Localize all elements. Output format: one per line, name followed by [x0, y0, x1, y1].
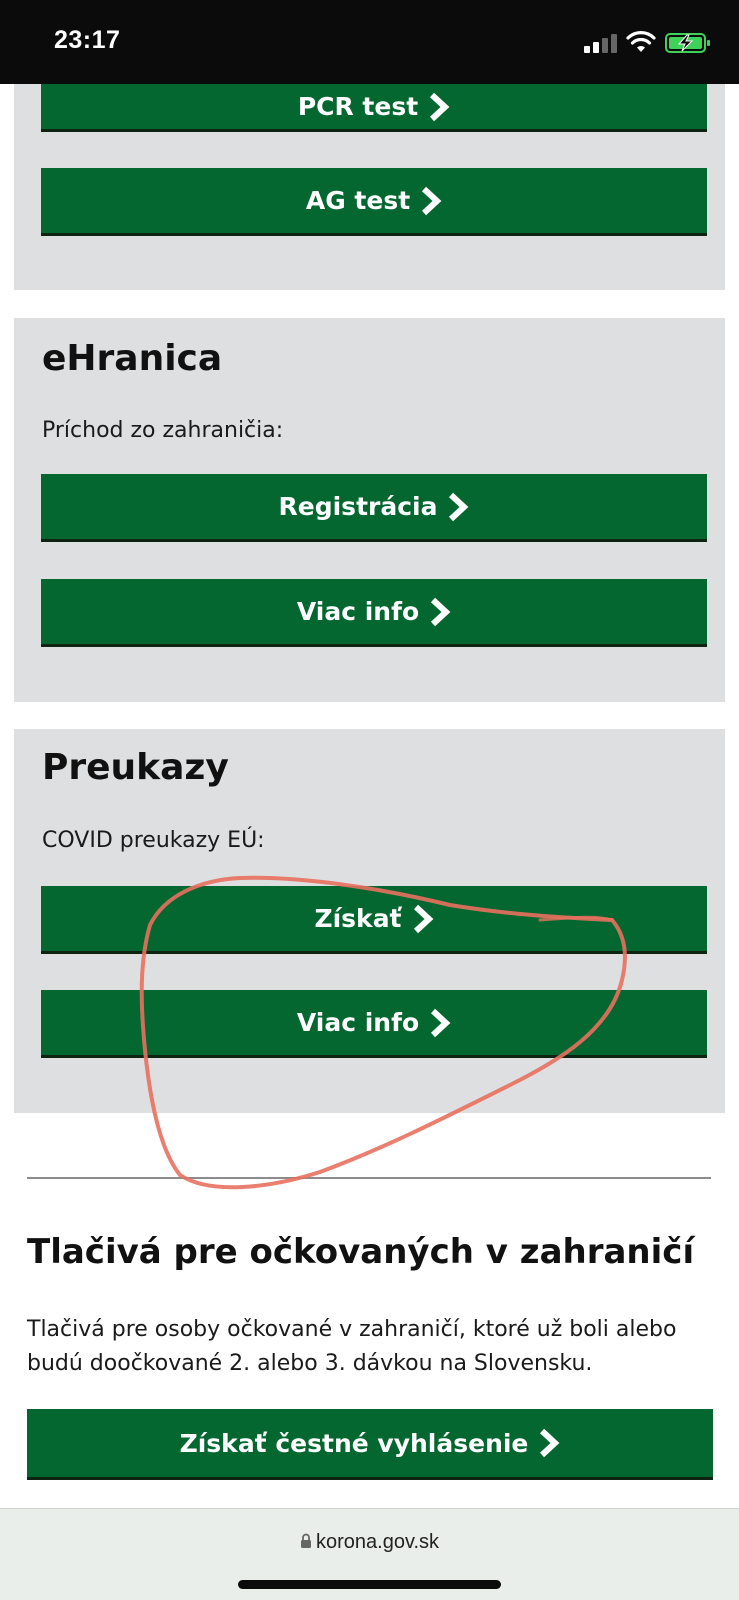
registracia-label: Registrácia [278, 492, 438, 521]
tlaciva-title: Tlačivá pre očkovaných v zahraničí [27, 1232, 695, 1272]
preukazy-title: Preukazy [42, 747, 229, 788]
wifi-icon [626, 31, 656, 52]
ziskat-button[interactable]: Získať [41, 886, 707, 954]
url-text: korona.gov.sk [315, 1531, 440, 1553]
ziskat-label: Získať [314, 904, 402, 933]
ziskat-cestne-vyhlasenie-label: Získať čestné vyhlásenie [179, 1428, 529, 1458]
ehranica-title: eHranica [42, 338, 223, 379]
chevron-right-icon [431, 1008, 451, 1037]
pcr-test-button[interactable]: PCR test [41, 84, 707, 132]
status-bar: 23:17 [0, 0, 739, 84]
chevron-right-icon [431, 597, 451, 626]
chevron-right-icon [422, 186, 442, 215]
ehranica-more-info-button[interactable]: Viac info [41, 579, 707, 647]
ziskat-cestne-vyhlasenie-button[interactable]: Získať čestné vyhlásenie [27, 1409, 713, 1480]
chevron-right-icon [430, 92, 450, 121]
browser-address-bar[interactable]: korona.gov.sk [0, 1508, 739, 1600]
preukazy-more-info-button[interactable]: Viac info [41, 990, 707, 1058]
status-time: 23:17 [54, 26, 121, 54]
url-display[interactable]: korona.gov.sk [0, 1531, 739, 1554]
pcr-test-label: PCR test [297, 92, 419, 121]
ehranica-subtitle: Príchod zo zahraničia: [42, 418, 284, 443]
lock-icon [300, 1533, 311, 1548]
preukazy-more-info-label: Viac info [296, 1008, 420, 1037]
section-divider [27, 1177, 711, 1179]
phone-screen: 23:17 PCR test AG test eHranica Príchod … [0, 0, 739, 1600]
preukazy-subtitle: COVID preukazy EÚ: [42, 828, 265, 853]
tlaciva-description: Tlačivá pre osoby očkované v zahraničí, … [27, 1317, 677, 1376]
ag-test-label: AG test [305, 186, 411, 215]
chevron-right-icon [449, 492, 469, 521]
chevron-right-icon [540, 1428, 560, 1458]
battery-charging-icon [665, 33, 710, 53]
ehranica-more-info-label: Viac info [296, 597, 420, 626]
ag-test-button[interactable]: AG test [41, 168, 707, 236]
chevron-right-icon [413, 904, 433, 933]
signal-icon [584, 33, 618, 53]
registracia-button[interactable]: Registrácia [41, 474, 707, 542]
home-indicator[interactable] [238, 1580, 501, 1589]
